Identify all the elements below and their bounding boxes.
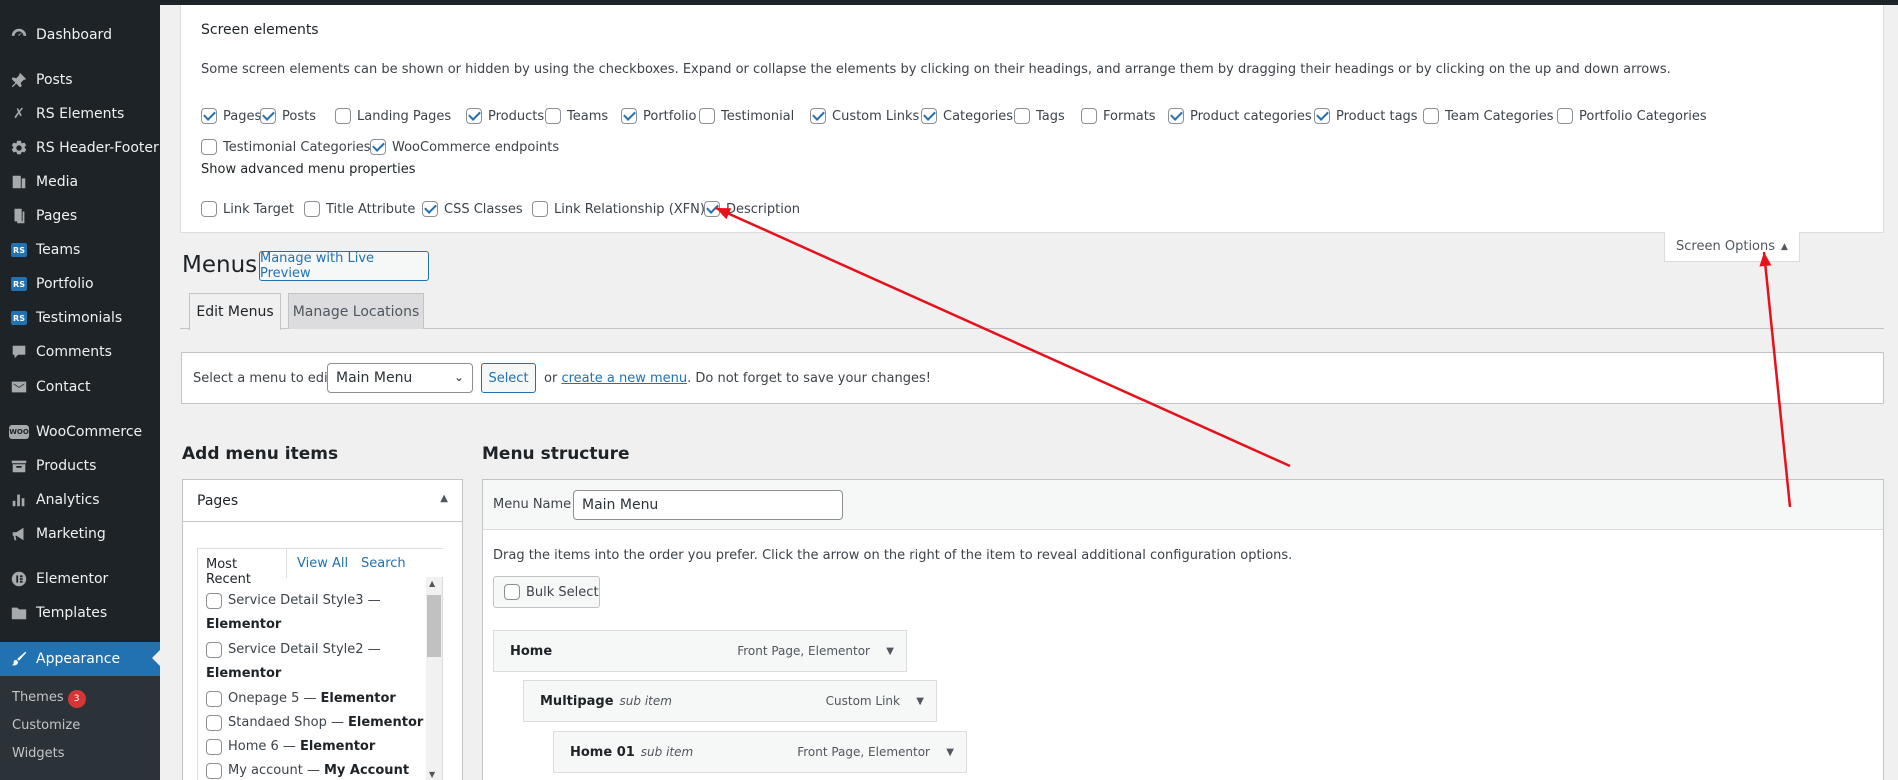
annotation-arrow-screen-options-line [1762, 251, 1792, 508]
annotation-arrows [715, 206, 1792, 508]
annotation-arrow-description-line [715, 206, 1291, 468]
